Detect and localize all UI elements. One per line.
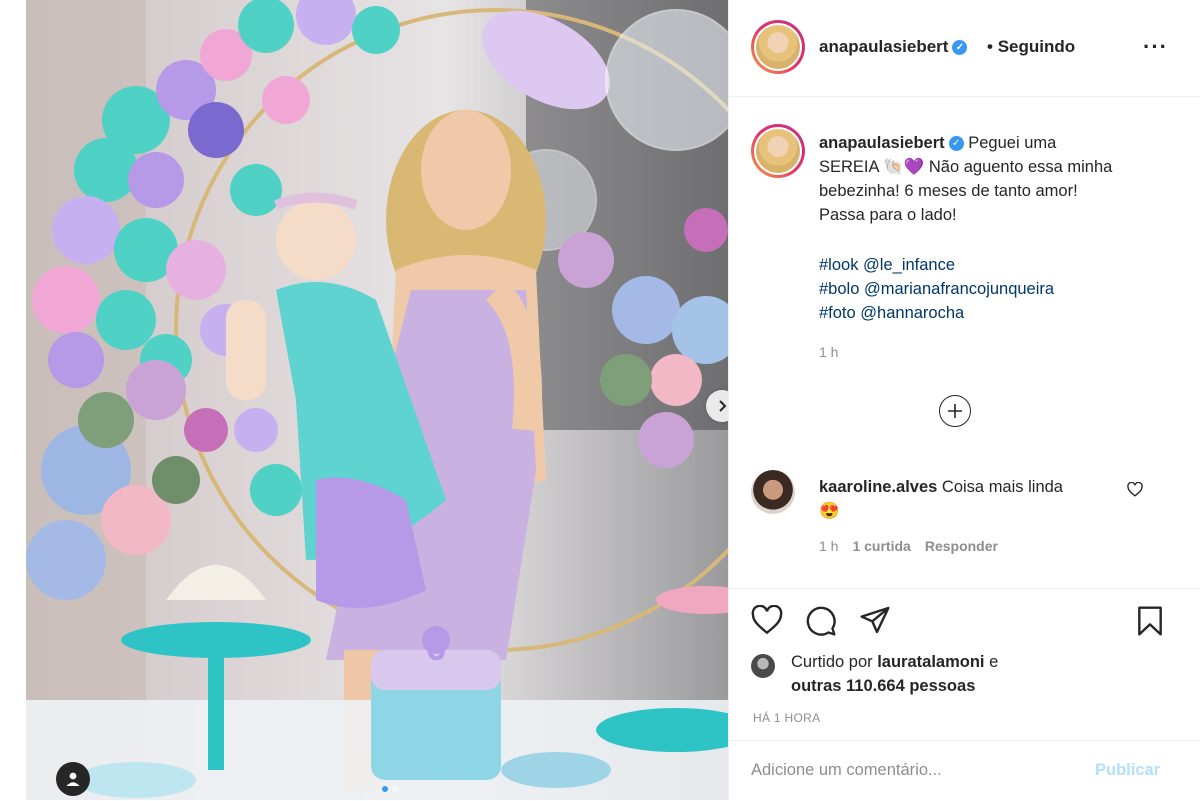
following-button[interactable]: Seguindo: [998, 37, 1075, 56]
hashtag-line: #bolo @marianafrancojunqueira: [819, 277, 1054, 301]
likes-conjunction: e: [989, 653, 999, 671]
comment-emoji: 😍: [819, 502, 840, 520]
comment-like-button[interactable]: [1127, 481, 1143, 502]
hashtag-link[interactable]: #look: [819, 256, 858, 274]
heart-icon: [751, 604, 783, 635]
post-actions: [729, 588, 1200, 641]
post-side-panel: anapaulasiebert ✓ • Seguindo ··· anapaula…: [728, 0, 1200, 800]
comment-timestamp[interactable]: 1 h: [819, 538, 838, 554]
add-comment-input[interactable]: [751, 761, 1051, 780]
post-timestamp[interactable]: HÁ 1 HORA: [753, 711, 820, 725]
post-photo[interactable]: 6: [26, 0, 728, 800]
verified-badge-icon: ✓: [952, 40, 968, 56]
caption-hashtags: #look @le_infance #bolo @marianafrancoju…: [819, 253, 1054, 325]
commenter-avatar[interactable]: [751, 470, 795, 514]
post-caption: anapaulasiebert ✓ Peguei uma SEREIA 🐚💜 Nã…: [819, 131, 1119, 227]
carousel-dot-active: [382, 786, 388, 792]
reply-button[interactable]: Responder: [925, 538, 998, 554]
caption-username[interactable]: anapaulasiebert: [819, 134, 945, 152]
paper-plane-icon: [860, 606, 890, 634]
cake-topper-number: 6: [426, 627, 446, 668]
hashtag-line: #look @le_infance: [819, 253, 1054, 277]
author-username[interactable]: anapaulasiebert ✓: [819, 37, 968, 57]
hashtag-link[interactable]: #bolo: [819, 280, 859, 298]
save-button[interactable]: [1135, 605, 1165, 642]
mention-link[interactable]: @marianafrancojunqueira: [864, 280, 1054, 298]
like-button[interactable]: [751, 604, 783, 640]
follow-status[interactable]: • Seguindo: [987, 37, 1075, 57]
comment-button[interactable]: [805, 605, 837, 642]
add-comment-bar: Publicar: [729, 740, 1200, 801]
chevron-right-icon: [719, 400, 727, 412]
share-button[interactable]: [859, 605, 891, 640]
mention-link[interactable]: @le_infance: [863, 256, 955, 274]
party-scene: 6: [26, 0, 728, 800]
caption-timestamp[interactable]: 1 h: [819, 344, 838, 360]
carousel-dots: [382, 786, 398, 792]
verified-badge-icon: ✓: [948, 136, 964, 152]
comment-text: Coisa mais linda: [941, 478, 1063, 496]
tagged-user-icon[interactable]: [56, 762, 90, 796]
carousel-dot: [392, 786, 398, 792]
author-username-text[interactable]: anapaulasiebert: [819, 37, 948, 56]
heart-icon: [1127, 481, 1143, 497]
post-header: anapaulasiebert ✓ • Seguindo ···: [729, 0, 1200, 97]
liker-username[interactable]: lauratalamoni: [877, 653, 984, 671]
load-more-comments-button[interactable]: [939, 395, 971, 427]
commenter-username[interactable]: kaaroline.alves: [819, 478, 937, 496]
comment-icon: [806, 606, 836, 636]
publish-button[interactable]: Publicar: [1095, 761, 1160, 780]
plus-icon: [948, 404, 962, 418]
likes-summary: Curtido por lauratalamoni e outras 110.66…: [791, 650, 1091, 698]
mention-link[interactable]: @hannarocha: [860, 304, 964, 322]
comment-body: kaaroline.alves Coisa mais linda 😍: [819, 475, 1119, 523]
author-avatar[interactable]: [751, 20, 805, 74]
likes-others-link[interactable]: outras 110.664 pessoas: [791, 677, 975, 695]
caption-author-avatar[interactable]: [751, 124, 805, 178]
bookmark-icon: [1138, 606, 1162, 636]
likes-prefix: Curtido por: [791, 653, 873, 671]
user-icon: [66, 772, 80, 786]
liker-avatar[interactable]: [751, 654, 775, 678]
comment-meta: 1 h 1 curtida Responder: [819, 538, 998, 554]
hashtag-link[interactable]: #foto: [819, 304, 856, 322]
hashtag-line: #foto @hannarocha: [819, 301, 1054, 325]
more-options-icon[interactable]: ···: [1143, 34, 1168, 60]
comment-likes-count[interactable]: 1 curtida: [852, 538, 910, 554]
separator-dot: •: [987, 37, 993, 56]
